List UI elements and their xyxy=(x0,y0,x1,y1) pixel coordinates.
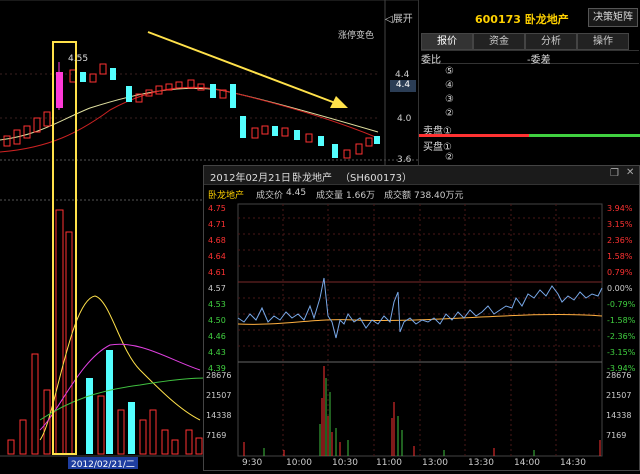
stock-code: 600173 卧龙地产 xyxy=(475,13,569,26)
pct-tick: -1.58% xyxy=(607,316,636,325)
weibi-label: 委比 xyxy=(421,55,441,66)
time-axis: 9:30 10:00 10:30 11:00 13:00 13:30 14:00… xyxy=(204,458,639,470)
amount-label: 成交额 xyxy=(384,191,412,201)
price-axis-label: 4.0 xyxy=(397,114,412,124)
candles xyxy=(3,62,380,159)
price-tick: 4.46 xyxy=(208,332,226,341)
sell-bar xyxy=(419,134,529,137)
time-tick: 10:00 xyxy=(286,458,312,468)
price-tick: 4.50 xyxy=(208,316,226,325)
peak-price-label: 4.55 xyxy=(68,54,89,64)
pct-tick: 3.15% xyxy=(607,220,633,229)
volume-tick: 7169 xyxy=(606,431,627,440)
price-tick: 4.43 xyxy=(208,348,226,357)
current-price-marker: 4.4 xyxy=(390,80,416,92)
expand-button[interactable]: ◁展开 xyxy=(385,10,413,25)
amount-value: 738.40万元 xyxy=(414,191,464,201)
time-tick: 9:30 xyxy=(242,458,263,468)
left-price-axis: 4.75 4.71 4.68 4.64 4.61 4.57 4.53 4.50 … xyxy=(208,201,238,377)
limit-color-toggle[interactable]: 涨停变色 xyxy=(338,28,374,41)
pct-tick: 1.58% xyxy=(607,252,633,261)
quote-tabs: 报价 资金 分析 操作 xyxy=(419,33,640,50)
volume-tick: 21507 xyxy=(206,391,232,400)
tab-quote[interactable]: 报价 xyxy=(421,33,473,50)
volume-tick: 14338 xyxy=(606,411,632,420)
volume-tick: 28676 xyxy=(606,371,632,380)
volume-tick: 28676 xyxy=(206,371,232,380)
pct-tick: 0.00% xyxy=(607,284,633,293)
commission-row: 委比 -委差 xyxy=(421,50,639,66)
popup-date: 2012年02月21日 xyxy=(210,173,291,184)
left-volume-axis: 28676 21507 14338 7169 xyxy=(206,366,238,446)
pct-tick: -3.15% xyxy=(607,348,636,357)
pct-tick: 2.36% xyxy=(607,236,633,245)
time-tick: 13:30 xyxy=(468,458,494,468)
volume-tick: 7169 xyxy=(206,431,227,440)
sell-level-5: ⑤ xyxy=(445,66,454,77)
tab-funds[interactable]: 资金 xyxy=(473,33,525,50)
popup-info: 卧龙地产 成交价 4.45 成交量 1.66万 成交额 738.40万元 xyxy=(204,186,639,202)
sell-level-2: ② xyxy=(445,108,454,119)
intraday-popup[interactable]: 2012年02月21日 卧龙地产 （SH600173） ❐ ✕ 卧龙地产 成交价… xyxy=(203,165,640,471)
volume-bars xyxy=(7,209,203,455)
price-tick: 4.53 xyxy=(208,300,226,309)
price-tick: 4.64 xyxy=(208,252,226,261)
volume-value: 1.66万 xyxy=(346,191,376,201)
weicha-label: -委差 xyxy=(527,55,551,66)
volume-label: 成交量 xyxy=(316,191,344,201)
tab-operation[interactable]: 操作 xyxy=(577,33,629,50)
trend-arrow xyxy=(147,31,339,105)
volume-tick: 14338 xyxy=(206,411,232,420)
price-label: 成交价 xyxy=(256,191,284,201)
intraday-svg xyxy=(237,203,603,457)
time-tick: 13:00 xyxy=(422,458,448,468)
pct-tick: 0.79% xyxy=(607,268,633,277)
price-tick: 4.61 xyxy=(208,268,226,277)
time-tick: 11:00 xyxy=(376,458,402,468)
info-name: 卧龙地产 xyxy=(208,191,245,201)
restore-icon[interactable]: ❐ xyxy=(610,168,619,179)
time-tick: 10:30 xyxy=(332,458,358,468)
buy-bar xyxy=(529,134,640,137)
sell-level-3: ③ xyxy=(445,94,454,105)
decision-matrix-button[interactable]: 决策矩阵 xyxy=(588,8,638,27)
price-axis-label: 4.4 xyxy=(395,70,410,80)
price-axis-label: 3.6 xyxy=(397,155,412,165)
pct-tick: -0.79% xyxy=(607,300,636,309)
pct-tick: 3.94% xyxy=(607,204,633,213)
popup-stock-name: 卧龙地产 xyxy=(292,173,332,184)
price-tick: 4.71 xyxy=(208,220,226,229)
close-icon[interactable]: ✕ xyxy=(626,167,634,178)
popup-titlebar[interactable]: 2012年02月21日 卧龙地产 （SH600173） ❐ ✕ xyxy=(204,166,639,185)
tab-analysis[interactable]: 分析 xyxy=(525,33,577,50)
right-pct-axis: 3.94% 3.15% 2.36% 1.58% 0.79% 0.00% -0.7… xyxy=(607,201,639,377)
pct-tick: -2.36% xyxy=(607,332,636,341)
price-tick: 4.57 xyxy=(208,284,226,293)
popup-stock-code: （SH600173） xyxy=(340,173,413,184)
price-tick: 4.75 xyxy=(208,204,226,213)
price-value: 4.45 xyxy=(286,188,307,198)
volume-tick: 21507 xyxy=(606,391,632,400)
time-tick: 14:00 xyxy=(514,458,540,468)
buy-level-1: 买盘① xyxy=(423,142,452,153)
buy-level-2: ② xyxy=(445,152,454,163)
right-volume-axis: 28676 21507 14338 7169 xyxy=(606,366,638,446)
time-tick: 14:30 xyxy=(560,458,586,468)
price-tick: 4.68 xyxy=(208,236,226,245)
intraday-volume xyxy=(243,366,601,456)
date-cursor-label: 2012/02/21/二 xyxy=(68,457,138,470)
sell-level-4: ④ xyxy=(445,80,454,91)
